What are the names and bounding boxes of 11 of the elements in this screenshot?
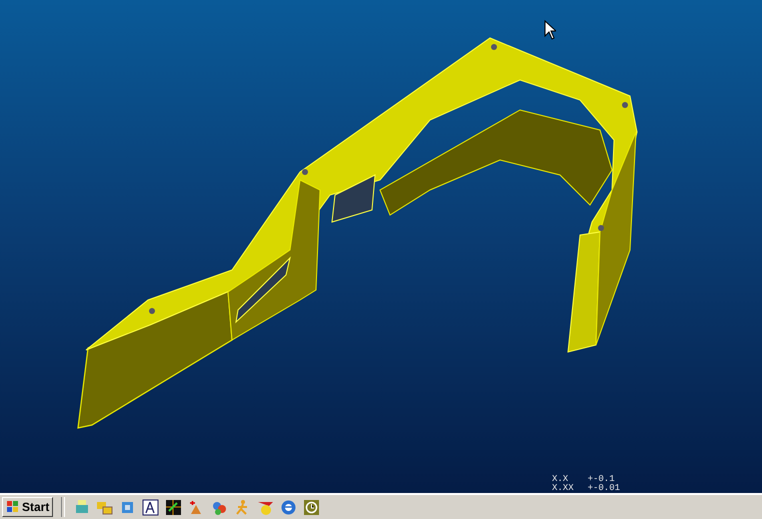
grid-icon[interactable]	[165, 498, 182, 516]
computer-icon[interactable]	[73, 498, 90, 516]
clock-icon[interactable]	[303, 498, 320, 516]
browser-icon[interactable]	[280, 498, 298, 516]
start-button[interactable]: Start	[2, 497, 54, 517]
mouse-cursor-icon	[544, 20, 556, 40]
tolerance-format: X.X	[552, 475, 570, 484]
tolerance-format: X.XX	[552, 484, 574, 493]
windows-logo-icon	[6, 500, 20, 514]
tolerance-value: +-0.1	[588, 475, 616, 484]
tolerance-value: +-0.01	[588, 484, 620, 493]
